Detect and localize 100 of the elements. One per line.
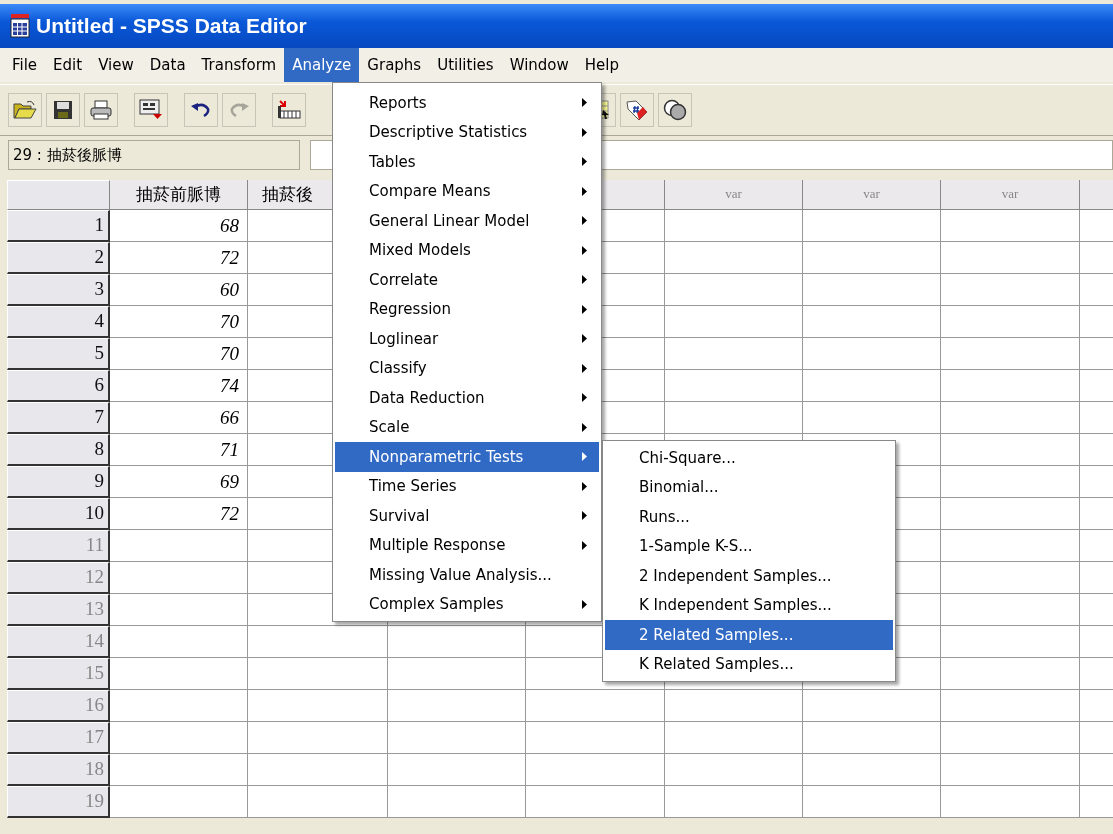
row-header[interactable]: 8 [7,434,110,466]
data-cell[interactable]: 72 [110,498,248,530]
grid-cell[interactable] [803,370,941,402]
grid-cell[interactable] [526,690,665,722]
grid-cell[interactable] [665,722,803,754]
grid-cell[interactable] [665,306,803,338]
grid-cell[interactable] [803,338,941,370]
grid-cell[interactable] [248,722,388,754]
grid-cell[interactable] [803,786,941,818]
grid-cell[interactable] [803,722,941,754]
data-cell[interactable]: 72 [110,242,248,274]
grid-cell[interactable] [665,210,803,242]
grid-cell[interactable] [941,338,1080,370]
row-header[interactable]: 10 [7,498,110,530]
menu-item[interactable]: Utilities [429,48,502,82]
grid-cell[interactable] [110,690,248,722]
grid-cell[interactable] [803,242,941,274]
menu-item[interactable]: Reports [335,88,599,118]
save-button[interactable] [46,93,80,127]
grid-cell[interactable] [941,466,1080,498]
data-cell[interactable]: 70 [110,306,248,338]
grid-cell[interactable] [526,786,665,818]
grid-cell[interactable] [110,658,248,690]
menu-item[interactable]: K Related Samples... [605,649,893,679]
grid-cell[interactable] [526,722,665,754]
data-cell[interactable]: 74 [110,370,248,402]
menu-item[interactable]: Mixed Models [335,235,599,265]
menu-item[interactable]: File [4,48,46,82]
grid-cell[interactable] [248,658,388,690]
menu-item[interactable]: Binomial... [605,472,893,502]
menu-item[interactable]: Missing Value Analysis... [335,560,599,590]
grid-cell[interactable] [248,786,388,818]
row-header[interactable]: 2 [7,242,110,274]
grid-cell[interactable] [388,626,526,658]
grid-cell[interactable] [110,530,248,562]
menu-item[interactable]: Transform [193,48,285,82]
grid-cell[interactable] [110,562,248,594]
menu-item[interactable]: Time Series [335,471,599,501]
data-cell[interactable]: 70 [110,338,248,370]
menu-item[interactable]: Data [141,48,194,82]
grid-cell[interactable] [665,338,803,370]
grid-cell[interactable] [941,626,1080,658]
grid-cell[interactable] [665,402,803,434]
grid-cell[interactable] [941,562,1080,594]
grid-cell[interactable] [110,722,248,754]
menu-item[interactable]: Edit [45,48,91,82]
grid-cell[interactable] [388,722,526,754]
grid-cell[interactable] [665,370,803,402]
menu-item[interactable]: Tables [335,147,599,177]
data-cell[interactable]: 66 [110,402,248,434]
value-labels-button[interactable] [620,93,654,127]
row-header[interactable]: 5 [7,338,110,370]
grid-cell[interactable] [665,786,803,818]
menu-item[interactable]: Correlate [335,265,599,295]
grid-cell[interactable] [665,242,803,274]
row-header[interactable]: 9 [7,466,110,498]
menu-item[interactable]: View [90,48,142,82]
grid-cell[interactable] [665,274,803,306]
grid-cell[interactable] [803,274,941,306]
grid-cell[interactable] [941,210,1080,242]
grid-cell[interactable] [665,690,803,722]
grid-cell[interactable] [388,786,526,818]
menu-item[interactable]: Graphs [359,48,430,82]
grid-cell[interactable] [941,754,1080,786]
menu-item[interactable]: Complex Samples [335,589,599,619]
menu-item[interactable]: Analyze [284,48,360,82]
grid-cell[interactable] [941,722,1080,754]
grid-cell[interactable] [941,370,1080,402]
grid-cell[interactable] [941,306,1080,338]
grid-cell[interactable] [941,530,1080,562]
grid-cell[interactable] [526,754,665,786]
grid-cell[interactable] [941,498,1080,530]
menu-item[interactable]: 1-Sample K-S... [605,531,893,561]
grid-cell[interactable] [110,594,248,626]
data-cell[interactable]: 71 [110,434,248,466]
grid-cell[interactable] [803,306,941,338]
grid-cell[interactable] [941,242,1080,274]
data-cell[interactable]: 69 [110,466,248,498]
undo-button[interactable] [184,93,218,127]
menu-item[interactable]: 2 Independent Samples... [605,561,893,591]
grid-cell[interactable] [941,274,1080,306]
column-header[interactable]: 抽菸前脈博 [110,180,248,210]
grid-cell[interactable] [665,754,803,786]
grid-cell[interactable] [248,754,388,786]
menu-item[interactable]: Descriptive Statistics [335,117,599,147]
row-header[interactable]: 3 [7,274,110,306]
menu-item[interactable]: Survival [335,501,599,531]
grid-cell[interactable] [941,402,1080,434]
grid-cell[interactable] [941,434,1080,466]
dialog-recall-button[interactable] [134,93,168,127]
go-to-case-button[interactable] [272,93,306,127]
row-header[interactable]: 7 [7,402,110,434]
menu-item[interactable]: Window [501,48,577,82]
menu-item[interactable]: Chi-Square... [605,443,893,473]
menu-item[interactable]: Data Reduction [335,383,599,413]
menu-item[interactable]: 2 Related Samples... [605,620,893,650]
grid-cell[interactable] [388,690,526,722]
grid-cell[interactable] [110,626,248,658]
menu-item[interactable]: Nonparametric Tests [335,442,599,472]
menu-item[interactable]: Multiple Response [335,530,599,560]
